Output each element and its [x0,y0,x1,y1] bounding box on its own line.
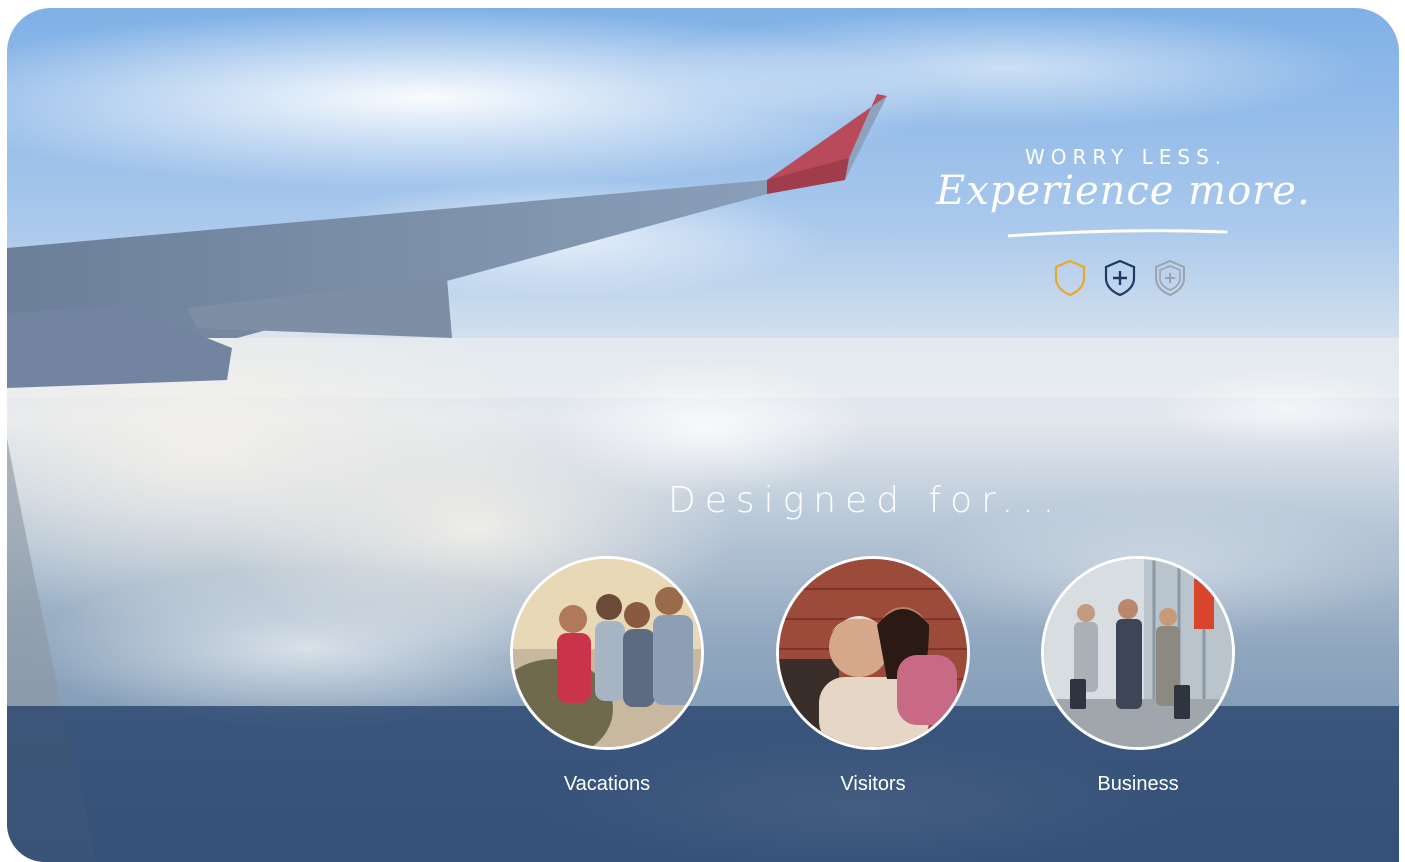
visitors-photo[interactable] [776,556,970,750]
shield-plus-icon [1104,259,1136,297]
visitors-label[interactable]: Visitors [776,773,970,796]
business-label[interactable]: Business [1041,773,1235,796]
business-photo[interactable] [1041,556,1235,750]
shield-icons [1052,258,1188,298]
category-visitors[interactable]: Visitors [776,556,970,796]
tagline-line1: WORRY LESS. [1025,145,1228,169]
designed-for-heading: Designed for... [668,480,1064,521]
category-vacations[interactable]: Vacations [510,556,704,796]
tagline-underline [1008,229,1228,238]
shield-double-plus-icon [1155,259,1185,297]
vacations-label[interactable]: Vacations [510,773,704,796]
vacations-photo[interactable] [510,556,704,750]
category-business[interactable]: Business [1041,556,1235,796]
tagline-logo: WORRY LESS. Experience more. [930,140,1310,250]
tagline-line2: Experience more. [936,168,1311,214]
shield-outline-icon [1054,259,1086,297]
